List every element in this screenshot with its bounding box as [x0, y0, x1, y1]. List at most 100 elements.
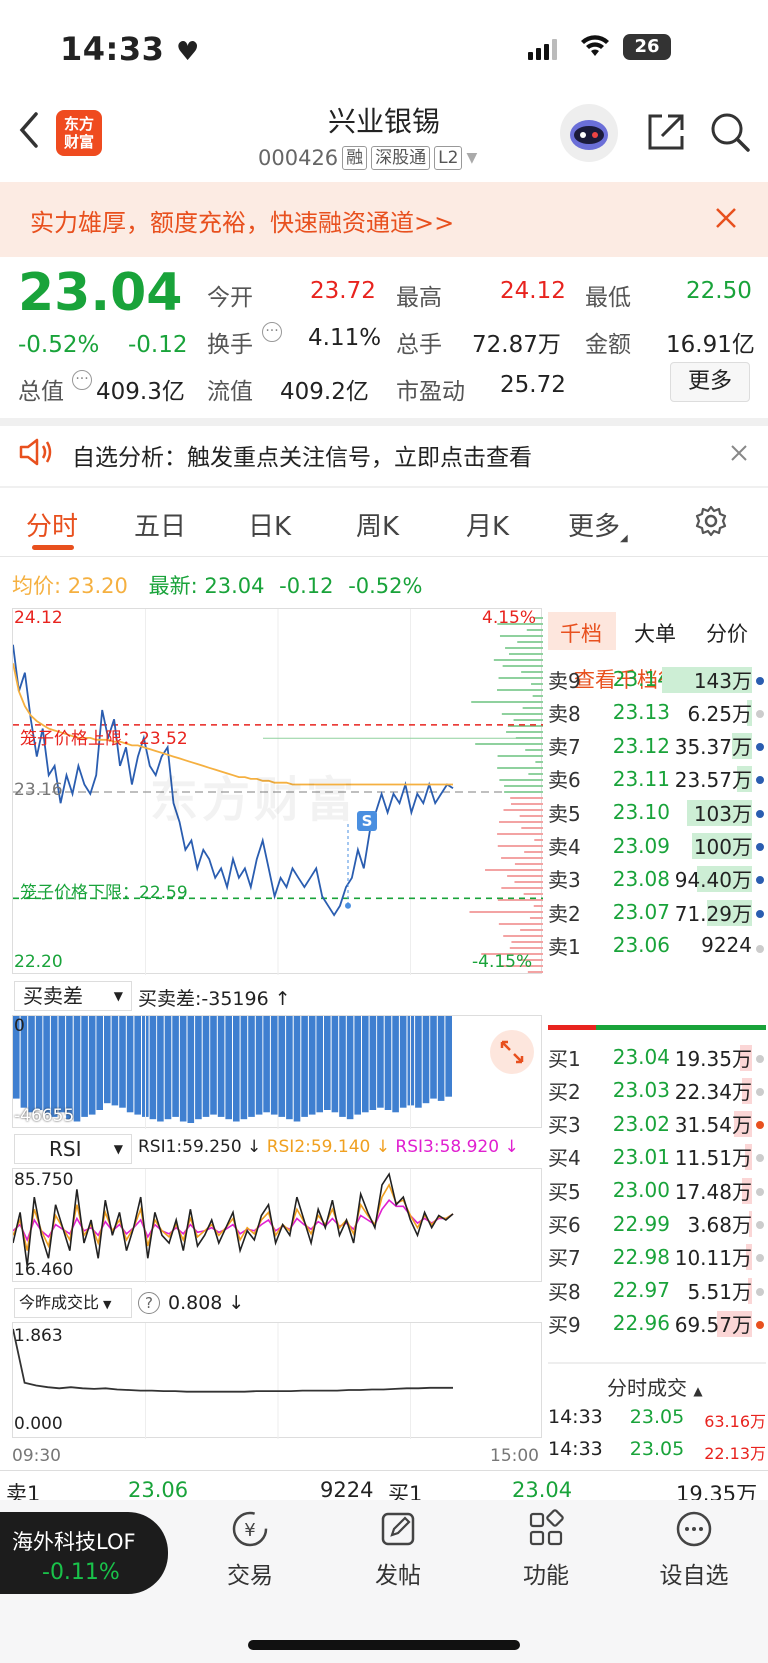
alert-text[interactable]: 自选分析：触发重点关注信号，立即点击查看	[72, 438, 532, 472]
tag-margin: 融	[342, 146, 368, 170]
depth-bar	[502, 665, 543, 667]
diff-bar	[81, 1016, 88, 1117]
robot-avatar-icon[interactable]	[560, 104, 618, 162]
buy-level-row[interactable]: 买3 23.02 31.54万	[548, 1107, 766, 1141]
stock-code-row[interactable]: 000426 融 深股通 L2 ▼	[258, 146, 477, 170]
buy-level-row[interactable]: 买5 23.00 17.48万	[548, 1173, 766, 1207]
more-button[interactable]: 更多	[670, 362, 750, 402]
sell-level-row[interactable]: 卖3 23.08 94.40万	[548, 862, 766, 896]
level-dot	[756, 743, 764, 752]
rsi-chart[interactable]	[12, 1168, 542, 1283]
depth-bar	[532, 695, 543, 697]
y-bottom-pct-label: -4.15%	[472, 952, 533, 972]
close-icon[interactable]	[730, 444, 748, 466]
buy-level-row[interactable]: 买4 23.01 11.51万	[548, 1140, 766, 1174]
search-icon[interactable]	[708, 110, 752, 158]
indicator-select-diff[interactable]: 买卖差 ▼	[14, 981, 132, 1011]
chevron-down-icon: ◢	[620, 533, 628, 544]
buy-level-row[interactable]: 买1 23.04 19.35万	[548, 1040, 766, 1074]
level-volume: 100万	[670, 831, 766, 860]
level-price: 23.06	[612, 933, 670, 958]
buy-level-row[interactable]: 买9 22.96 69.57万	[548, 1306, 766, 1340]
depth-bar	[504, 791, 543, 793]
buy-level-row[interactable]: 买8 22.97 5.51万	[548, 1273, 766, 1307]
rsi3-label: RSI3:58.920 ↓	[395, 1137, 519, 1157]
nav-functions[interactable]: 功能	[496, 1508, 596, 1590]
expand-icon[interactable]	[490, 1030, 534, 1074]
level-price: 22.97	[612, 1278, 670, 1303]
level-dot	[756, 909, 764, 918]
orderbook-tab-price[interactable]: 分价	[706, 618, 748, 648]
diff-bar	[399, 1016, 407, 1108]
buy-level-row[interactable]: 买7 22.98 10.11万	[548, 1240, 766, 1274]
level-label: 买2	[548, 1079, 581, 1104]
info-icon[interactable]: ···	[262, 322, 282, 342]
nav-add-watchlist[interactable]: 设自选	[644, 1508, 744, 1590]
diff-bar	[430, 1016, 437, 1099]
depth-bar	[509, 653, 543, 655]
level-label: 卖1	[548, 934, 581, 959]
bottom-buy-price: 23.04	[512, 1478, 573, 1502]
bottom-sell-price: 23.06	[128, 1478, 189, 1502]
volratio-chart[interactable]	[12, 1322, 542, 1439]
indicator-select-rsi[interactable]: RSI ▼	[14, 1134, 132, 1164]
sell-level-row[interactable]: 卖4 23.09 100万	[548, 829, 766, 863]
label-low: 最低	[585, 285, 631, 311]
floating-fund-widget[interactable]: 海外科技LOF -0.11%	[0, 1512, 168, 1594]
buy-level-row[interactable]: 买6 22.99 3.68万	[548, 1207, 766, 1241]
sell-level-row[interactable]: 卖6 23.11 23.57万	[548, 762, 766, 796]
level-label: 卖2	[548, 901, 581, 926]
sell-level-row[interactable]: 卖9 23.14 143万	[548, 662, 766, 696]
sell-level-row[interactable]: 卖5 23.10 103万	[548, 795, 766, 829]
orderbook-tab-1000[interactable]: 千档	[560, 618, 602, 648]
sell-level-row[interactable]: 卖1 23.06 9224	[548, 928, 766, 962]
sell-level-row[interactable]: 卖7 23.12 35.37万	[548, 729, 766, 763]
tab-more[interactable]: 更多◢	[568, 506, 628, 544]
info-icon[interactable]: ···	[72, 370, 92, 390]
tab-daily-k[interactable]: 日K	[248, 506, 291, 543]
level-volume: 69.57万	[670, 1309, 766, 1338]
latest-label: 最新:	[148, 574, 198, 598]
depth-bar	[524, 851, 543, 853]
tab-weekly-k[interactable]: 周K	[356, 506, 399, 543]
tab-monthly-k[interactable]: 月K	[466, 506, 509, 543]
level-volume: 31.54万	[670, 1109, 766, 1138]
settings-gear-icon[interactable]	[694, 504, 728, 542]
home-indicator[interactable]	[248, 1640, 520, 1650]
indicator-select-volratio[interactable]: 今昨成交比 ▼	[14, 1288, 132, 1318]
sell-level-row[interactable]: 卖2 23.07 71.29万	[548, 895, 766, 929]
level-label: 买4	[548, 1146, 581, 1171]
diff-bar	[308, 1016, 316, 1115]
diff-bar	[28, 1016, 35, 1113]
sell-level-row[interactable]: 卖8 23.13 6.25万	[548, 695, 766, 729]
diff-chart[interactable]	[12, 1015, 542, 1129]
diff-bar	[354, 1016, 361, 1115]
depth-bar	[498, 923, 543, 925]
nav-post[interactable]: 发帖	[348, 1508, 448, 1590]
tab-intraday[interactable]: 分时	[26, 506, 78, 543]
wifi-icon	[580, 32, 610, 62]
volratio-line	[13, 1328, 453, 1393]
nav-trade[interactable]: ¥ 交易	[200, 1508, 300, 1590]
help-icon[interactable]: ?	[138, 1292, 160, 1314]
fund-pct: -0.11%	[42, 1560, 120, 1585]
y-top-label: 24.12	[14, 608, 63, 628]
buy-level-row[interactable]: 买2 23.03 22.34万	[548, 1073, 766, 1107]
s-marker[interactable]: S	[357, 811, 377, 831]
depth-bar	[498, 677, 543, 679]
depth-bar	[510, 797, 543, 799]
depth-bar	[497, 755, 543, 757]
orderbook-tab-bigorder[interactable]: 大单	[634, 618, 676, 648]
depth-bar	[514, 863, 543, 865]
share-icon[interactable]	[644, 110, 688, 158]
divider	[0, 556, 768, 557]
latest-change: -0.12	[279, 574, 334, 598]
trades-title[interactable]: 分时成交 ▲	[607, 1372, 703, 1401]
close-icon[interactable]	[714, 206, 738, 234]
diff-bar	[126, 1016, 134, 1113]
tab-5day[interactable]: 五日	[134, 506, 186, 543]
promo-text[interactable]: 实力雄厚，额度充裕，快速融资通道>>	[30, 203, 454, 238]
tab-underline	[32, 545, 74, 550]
diff-bar	[415, 1016, 422, 1108]
depth-bar	[493, 659, 543, 661]
